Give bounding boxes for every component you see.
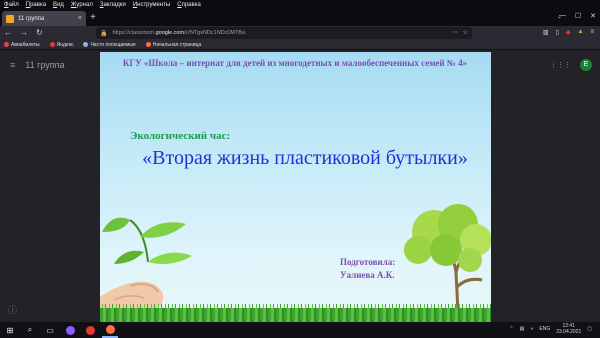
- app-menu-icon[interactable]: ≡: [590, 29, 594, 36]
- toolbar-right: ▥ ▯ ◆ ▲ ≡: [543, 29, 594, 36]
- avatar[interactable]: Е: [580, 59, 592, 71]
- taskbar-app-icon[interactable]: [62, 322, 78, 338]
- class-name[interactable]: 11 группа: [25, 60, 64, 70]
- network-icon[interactable]: ▤: [520, 326, 525, 332]
- menu-file[interactable]: Файл: [4, 0, 19, 10]
- classroom-favicon-icon: [6, 14, 14, 23]
- clock-date: 23.04.2021: [556, 329, 582, 335]
- taskbar: ⊞ ⌕ ▭ ⌃ ▤ ◖ ENG 12:41 23.04.2021 ▢: [0, 322, 600, 338]
- menu-history[interactable]: Журнал: [71, 0, 93, 10]
- windows-start-icon[interactable]: ⊞: [2, 322, 18, 338]
- tab-classroom[interactable]: 11 группа ×: [2, 11, 86, 26]
- firefox-icon[interactable]: [102, 322, 118, 338]
- language-indicator[interactable]: ENG: [539, 326, 550, 332]
- back-button[interactable]: ←: [4, 26, 12, 40]
- firefox-icon: [145, 42, 151, 47]
- bookmark-item[interactable]: Яндекс: [49, 42, 73, 48]
- menu-bookmarks[interactable]: Закладки: [100, 0, 126, 10]
- extension-icon[interactable]: ◆: [566, 29, 571, 36]
- sidebar-icon[interactable]: ▯: [556, 29, 559, 36]
- bookmark-item[interactable]: Начальная страница: [145, 42, 201, 48]
- bookmark-favicon-icon: [4, 42, 9, 47]
- forward-button[interactable]: →: [20, 26, 28, 40]
- minimize-icon[interactable]: —: [559, 12, 566, 20]
- menu-help[interactable]: Справка: [177, 0, 201, 10]
- url-text: https://classroom.google.com/c/NTgxNDc1N…: [112, 30, 246, 36]
- tab-close-icon[interactable]: ×: [78, 15, 82, 22]
- window-controls: — ☐ ✕: [559, 12, 596, 20]
- hamburger-menu-icon[interactable]: ≡: [10, 60, 15, 70]
- slide-subtitle: Экологический час:: [130, 130, 231, 142]
- tree-illustration: [404, 204, 491, 312]
- menu-edit[interactable]: Правка: [26, 0, 46, 10]
- slide-organization: КГУ «Школа – интернат для детей из много…: [122, 58, 468, 68]
- bookmark-item[interactable]: Авиабилеты: [4, 42, 40, 48]
- help-icon[interactable]: ⓘ: [8, 303, 17, 316]
- notifications-icon[interactable]: ▢: [587, 326, 592, 332]
- tab-title: 11 группа: [18, 15, 45, 22]
- slide-author-name: Уалиева А.К.: [340, 270, 395, 280]
- grass-decoration: [100, 308, 491, 322]
- page-content: ≡ 11 группа ⋮⋮⋮ Е ⓘ КГУ «Школа – интерна…: [0, 50, 600, 322]
- system-tray: ⌃ ▤ ◖ ENG 12:41 23.04.2021 ▢: [509, 323, 592, 335]
- bookmark-star-icon[interactable]: ☆: [463, 29, 468, 36]
- bookmarks-toolbar: Авиабилеты Яндекс Часто посещаемые Начал…: [0, 40, 600, 50]
- yandex-icon: [49, 42, 55, 47]
- extension-icon[interactable]: ▲: [578, 29, 584, 36]
- page-actions-icon[interactable]: ⋯: [452, 29, 458, 36]
- apps-grid-icon[interactable]: ⋮⋮⋮: [550, 61, 571, 69]
- maximize-icon[interactable]: ☐: [575, 12, 581, 20]
- bookmark-item[interactable]: Часто посещаемые: [83, 42, 136, 48]
- url-actions: ⋯ ☆: [452, 29, 468, 36]
- close-window-icon[interactable]: ✕: [590, 12, 596, 20]
- menu-bar: Файл Правка Вид Журнал Закладки Инструме…: [0, 0, 600, 10]
- navigation-bar: ← → ↻ 🔒 https://classroom.google.com/c/N…: [0, 26, 600, 40]
- globe-icon: [83, 42, 89, 47]
- tab-bar: 11 группа × + ⌄ — ☐ ✕: [0, 10, 600, 26]
- volume-icon[interactable]: ◖: [530, 326, 533, 332]
- presentation-slide: КГУ «Школа – интернат для детей из много…: [100, 52, 491, 322]
- new-tab-button[interactable]: +: [90, 12, 96, 24]
- slide-title: «Вторая жизнь пластиковой бутылки»: [142, 147, 468, 169]
- reload-button[interactable]: ↻: [36, 26, 43, 40]
- lock-icon[interactable]: 🔒: [100, 30, 107, 37]
- search-icon[interactable]: ⌕: [22, 322, 38, 338]
- task-view-icon[interactable]: ▭: [42, 322, 58, 338]
- menu-view[interactable]: Вид: [53, 0, 64, 10]
- tray-chevron-icon[interactable]: ⌃: [509, 326, 513, 332]
- menu-tools[interactable]: Инструменты: [133, 0, 170, 10]
- library-icon[interactable]: ▥: [543, 29, 549, 36]
- yandex-browser-icon[interactable]: [82, 322, 98, 338]
- clock[interactable]: 12:41 23.04.2021: [556, 323, 581, 335]
- url-bar[interactable]: 🔒 https://classroom.google.com/c/NTgxNDc…: [96, 27, 472, 39]
- slide-author-label: Подготовила:: [340, 257, 396, 267]
